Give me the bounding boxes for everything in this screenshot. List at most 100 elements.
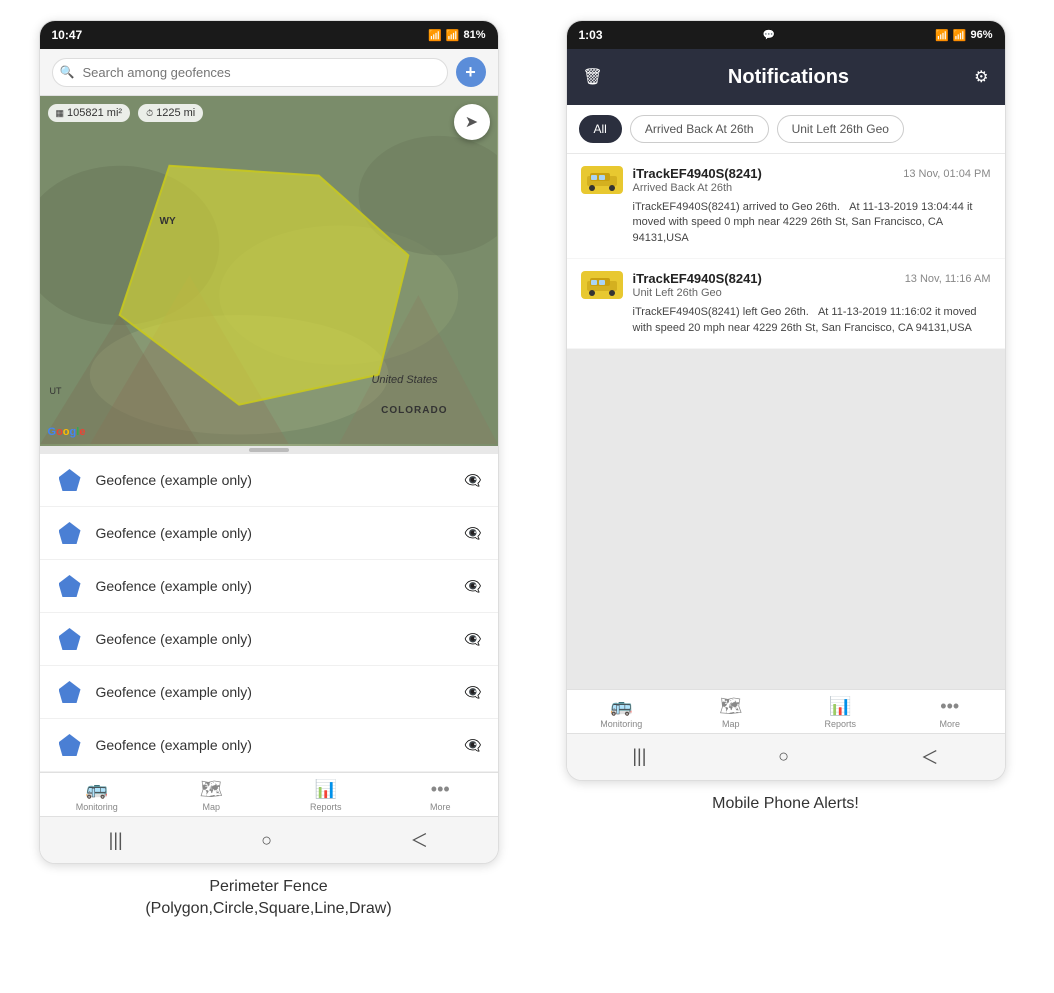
right-nav-map[interactable]: 🗺 Map — [676, 696, 786, 729]
notif-1-event: Arrived Back At 26th — [633, 182, 991, 194]
recent-apps-button[interactable]: ||| — [109, 830, 123, 851]
notification-filters: All Arrived Back At 26th Unit Left 26th … — [567, 105, 1005, 154]
nav-monitoring[interactable]: 🚌 Monitoring — [40, 779, 155, 812]
compass-button[interactable]: ➤ — [454, 104, 490, 140]
left-status-bar: 10:47 📶 📶 81% — [40, 21, 498, 49]
geofence-shape-icon-4 — [56, 625, 84, 653]
left-time: 10:47 — [52, 28, 83, 42]
notif-2-header: iTrackEF4940S(8241) 13 Nov, 11:16 AM Uni… — [581, 271, 991, 299]
left-phone-section: 10:47 📶 📶 81% 🔍 + — [20, 20, 517, 983]
geofence-list: Geofence (example only) 👁‍🗨 Geofence (ex… — [40, 454, 498, 772]
home-button[interactable]: ○ — [261, 830, 272, 851]
delete-notifications-button[interactable]: 🗑 — [583, 67, 603, 87]
geofence-item-1[interactable]: Geofence (example only) 👁‍🗨 — [40, 454, 498, 507]
geofence-item-4[interactable]: Geofence (example only) 👁‍🗨 — [40, 613, 498, 666]
notif-1-body: iTrackEF4940S(8241) 13 Nov, 01:04 PM Arr… — [633, 166, 991, 194]
right-signal-icon: 📶 — [953, 29, 967, 42]
geofence-item-6[interactable]: Geofence (example only) 👁‍🗨 — [40, 719, 498, 772]
geofence-visibility-toggle-1[interactable]: 👁‍🗨 — [464, 472, 481, 489]
geofence-visibility-toggle-2[interactable]: 👁‍🗨 — [464, 525, 481, 542]
geofence-visibility-toggle-4[interactable]: 👁‍🗨 — [464, 631, 481, 648]
geofence-shape-icon-5 — [56, 678, 84, 706]
reports-icon: 📊 — [315, 779, 337, 800]
right-reports-label: Reports — [824, 719, 856, 729]
notif-2-vehicle-thumb — [581, 271, 623, 299]
geofence-visibility-toggle-5[interactable]: 👁‍🗨 — [464, 684, 481, 701]
geofence-label-3: Geofence (example only) — [96, 578, 453, 594]
more-label: More — [430, 802, 451, 812]
more-icon: ••• — [431, 779, 450, 800]
notifications-settings-button[interactable]: ⚙ — [974, 67, 988, 87]
geofence-map[interactable]: ▦ 105821 mi² ⏱ 1225 mi ➤ United States — [40, 96, 498, 446]
right-recent-apps-button[interactable]: ||| — [632, 746, 646, 767]
notif-2-description: iTrackEF4940S(8241) left Geo 26th. At 11… — [633, 305, 991, 336]
map-label-us: United States — [371, 374, 437, 386]
right-caption: Mobile Phone Alerts! — [712, 793, 859, 815]
nav-more[interactable]: ••• More — [383, 779, 498, 812]
geofence-label-6: Geofence (example only) — [96, 737, 453, 753]
filter-left[interactable]: Unit Left 26th Geo — [777, 115, 904, 143]
notif-2-body: iTrackEF4940S(8241) 13 Nov, 11:16 AM Uni… — [633, 271, 991, 299]
filter-all[interactable]: All — [579, 115, 622, 143]
left-bottom-nav: 🚌 Monitoring 🗺 Map 📊 Reports ••• More — [40, 772, 498, 816]
map-label-utah: UT — [50, 386, 62, 396]
right-battery: 96% — [970, 29, 992, 41]
notif-1-device: iTrackEF4940S(8241) — [633, 166, 762, 181]
notif-1-description: iTrackEF4940S(8241) arrived to Geo 26th.… — [633, 200, 991, 246]
nav-map[interactable]: 🗺 Map — [154, 779, 269, 812]
right-system-nav: ||| ○ ＜ — [567, 733, 1005, 780]
notification-list: iTrackEF4940S(8241) 13 Nov, 01:04 PM Arr… — [567, 154, 1005, 689]
geofence-item-5[interactable]: Geofence (example only) 👁‍🗨 — [40, 666, 498, 719]
geofence-visibility-toggle-6[interactable]: 👁‍🗨 — [464, 737, 481, 754]
notification-item-2[interactable]: iTrackEF4940S(8241) 13 Nov, 11:16 AM Uni… — [567, 259, 1005, 348]
back-button[interactable]: ＜ — [410, 827, 428, 853]
right-wifi-icon: 📶 — [935, 29, 949, 42]
right-more-label: More — [939, 719, 960, 729]
geofence-shape-icon-2 — [56, 519, 84, 547]
distance-stat: ⏱ 1225 mi — [138, 104, 203, 122]
scroll-pill — [249, 448, 289, 452]
geofence-search-bar: 🔍 + — [40, 49, 498, 96]
filter-arrived[interactable]: Arrived Back At 26th — [630, 115, 769, 143]
left-system-nav: ||| ○ ＜ — [40, 816, 498, 863]
wifi-icon: 📶 — [428, 29, 442, 42]
nav-reports[interactable]: 📊 Reports — [269, 779, 384, 812]
right-back-button[interactable]: ＜ — [921, 744, 939, 770]
right-monitoring-label: Monitoring — [600, 719, 642, 729]
notifications-empty-area — [567, 349, 1005, 689]
search-wrapper: 🔍 — [52, 58, 448, 87]
notification-item-1[interactable]: iTrackEF4940S(8241) 13 Nov, 01:04 PM Arr… — [567, 154, 1005, 258]
left-caption: Perimeter Fence(Polygon,Circle,Square,Li… — [145, 876, 391, 921]
right-nav-monitoring[interactable]: 🚌 Monitoring — [567, 696, 677, 729]
geofence-item-3[interactable]: Geofence (example only) 👁‍🗨 — [40, 560, 498, 613]
chat-icon: 💬 — [763, 30, 775, 41]
left-battery: 81% — [463, 29, 485, 41]
geofence-visibility-toggle-3[interactable]: 👁‍🗨 — [464, 578, 481, 595]
reports-label: Reports — [310, 802, 342, 812]
compass-icon: ➤ — [465, 112, 478, 132]
right-status-bar: 1:03 💬 📶 📶 96% — [567, 21, 1005, 49]
geofence-search-input[interactable] — [52, 58, 448, 87]
map-background: ▦ 105821 mi² ⏱ 1225 mi ➤ United States — [40, 96, 498, 446]
right-monitoring-icon: 🚌 — [610, 696, 632, 717]
clock-icon: ⏱ — [146, 108, 153, 119]
monitoring-icon: 🚌 — [86, 779, 108, 800]
map-icon: 🗺 — [200, 779, 223, 800]
notif-2-device-row: iTrackEF4940S(8241) 13 Nov, 11:16 AM — [633, 271, 991, 286]
right-nav-reports[interactable]: 📊 Reports — [786, 696, 896, 729]
google-logo: Google — [48, 426, 86, 438]
add-geofence-button[interactable]: + — [456, 57, 486, 87]
area-stat: ▦ 105821 mi² — [48, 104, 131, 122]
right-home-button[interactable]: ○ — [778, 746, 789, 767]
monitoring-label: Monitoring — [76, 802, 118, 812]
map-stats: ▦ 105821 mi² ⏱ 1225 mi — [48, 104, 204, 122]
geofence-item-2[interactable]: Geofence (example only) 👁‍🗨 — [40, 507, 498, 560]
notif-2-timestamp: 13 Nov, 11:16 AM — [905, 273, 991, 285]
right-nav-more[interactable]: ••• More — [895, 696, 1005, 729]
right-map-icon: 🗺 — [719, 696, 742, 717]
right-bottom-nav: 🚌 Monitoring 🗺 Map 📊 Reports ••• More — [567, 689, 1005, 733]
notif-2-device: iTrackEF4940S(8241) — [633, 271, 762, 286]
map-label: Map — [202, 802, 220, 812]
geofence-label-5: Geofence (example only) — [96, 684, 453, 700]
right-phone-frame: 1:03 💬 📶 📶 96% 🗑 Notifications ⚙ All Arr… — [566, 20, 1006, 781]
